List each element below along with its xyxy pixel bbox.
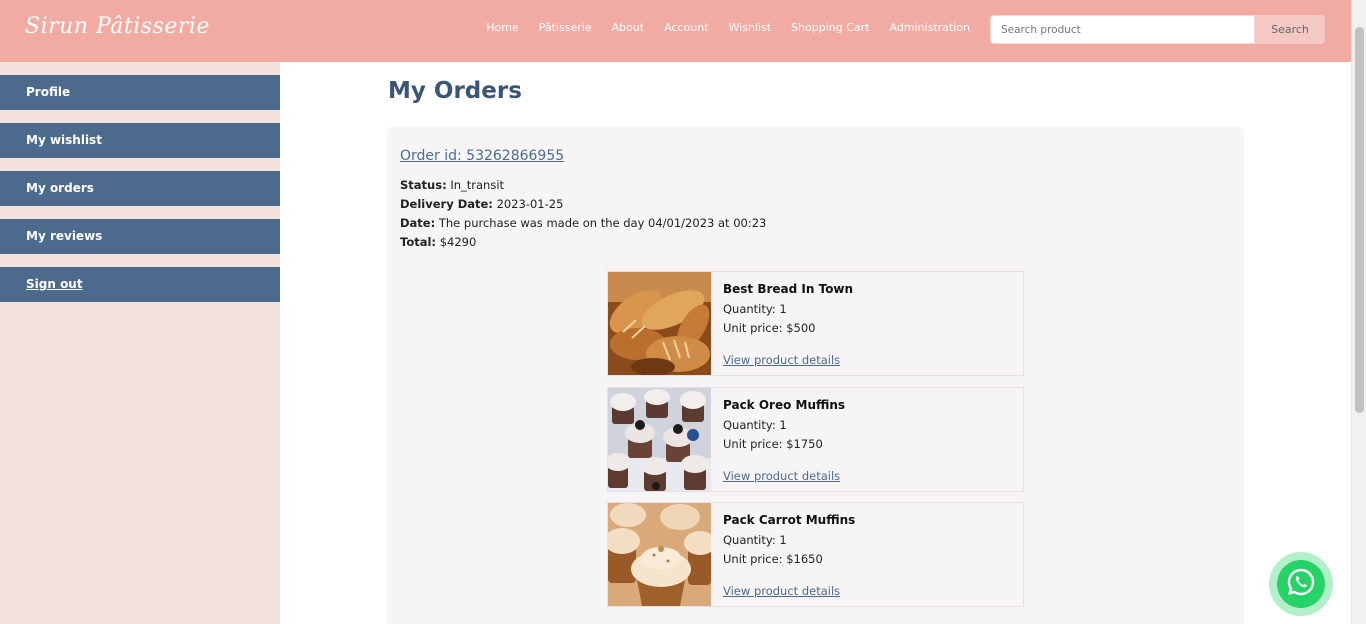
sidebar-item-reviews[interactable]: My reviews (0, 219, 280, 254)
view-product-details-link[interactable]: View product details (723, 584, 840, 598)
status-label: Status: (400, 178, 447, 192)
nav-link-wishlist[interactable]: Wishlist (729, 21, 772, 34)
nav-link-patisserie[interactable]: Pâtisserie (539, 21, 592, 34)
order-delivery-date: Delivery Date: 2023-01-25 (400, 197, 563, 211)
main-nav: Home Pâtisserie About Account Wishlist S… (486, 21, 970, 34)
brand-logo[interactable]: Sirun Pâtisserie (25, 14, 210, 39)
product-name: Pack Carrot Muffins (723, 513, 856, 527)
nav-link-home[interactable]: Home (486, 21, 518, 34)
product-quantity: Quantity: 1 (723, 302, 787, 316)
product-unit-price: Unit price: $500 (723, 321, 816, 335)
delivery-value: 2023-01-25 (496, 197, 564, 211)
view-product-details-link[interactable]: View product details (723, 353, 840, 367)
nav-link-about[interactable]: About (612, 21, 645, 34)
search-input[interactable] (990, 15, 1255, 44)
search-form: Search (990, 15, 1325, 44)
order-product-item: Best Bread In Town Quantity: 1 Unit pric… (607, 271, 1024, 376)
sidebar-item-sign-out[interactable]: Sign out (0, 267, 280, 302)
order-product-item: Pack Carrot Muffins Quantity: 1 Unit pri… (607, 502, 1024, 607)
search-button[interactable]: Search (1255, 15, 1325, 44)
total-value: $4290 (439, 235, 477, 249)
order-product-item: Pack Oreo Muffins Quantity: 1 Unit price… (607, 387, 1024, 492)
order-date: Date: The purchase was made on the day 0… (400, 216, 766, 230)
carrot-muffins-photo[interactable] (608, 503, 711, 606)
total-label: Total: (400, 235, 437, 249)
product-quantity: Quantity: 1 (723, 418, 787, 432)
order-status: Status: In_transit (400, 178, 504, 192)
scrollbar-thumb[interactable] (1355, 27, 1364, 413)
date-value: The purchase was made on the day 04/01/2… (438, 216, 767, 230)
date-label: Date: (400, 216, 436, 230)
view-product-details-link[interactable]: View product details (723, 469, 840, 483)
product-name: Pack Oreo Muffins (723, 398, 846, 412)
sidebar-item-orders[interactable]: My orders (0, 171, 280, 206)
product-quantity: Quantity: 1 (723, 533, 787, 547)
top-navbar: Sirun Pâtisserie Home Pâtisserie About A… (0, 0, 1351, 62)
status-value: In_transit (450, 178, 505, 192)
whatsapp-icon (1286, 567, 1316, 601)
sign-out-label: Sign out (26, 277, 83, 291)
order-card: Order id: 53262866955 Status: In_transit… (387, 127, 1244, 624)
order-id-link[interactable]: Order id: 53262866955 (400, 148, 564, 164)
sidebar-item-profile[interactable]: Profile (0, 75, 280, 110)
page-scrollbar[interactable] (1351, 0, 1366, 624)
bread-photo[interactable] (608, 272, 711, 375)
whatsapp-chat-button[interactable] (1277, 560, 1325, 608)
account-sidebar: Profile My wishlist My orders My reviews… (0, 62, 280, 624)
nav-link-account[interactable]: Account (664, 21, 708, 34)
oreo-muffins-photo[interactable] (608, 388, 711, 491)
nav-link-administration[interactable]: Administration (890, 21, 971, 34)
delivery-label: Delivery Date: (400, 197, 493, 211)
product-unit-price: Unit price: $1650 (723, 552, 823, 566)
nav-link-shopping-cart[interactable]: Shopping Cart (791, 21, 869, 34)
page-title: My Orders (388, 78, 522, 104)
sidebar-item-wishlist[interactable]: My wishlist (0, 123, 280, 158)
product-unit-price: Unit price: $1750 (723, 437, 823, 451)
product-name: Best Bread In Town (723, 282, 854, 296)
order-total: Total: $4290 (400, 235, 476, 249)
